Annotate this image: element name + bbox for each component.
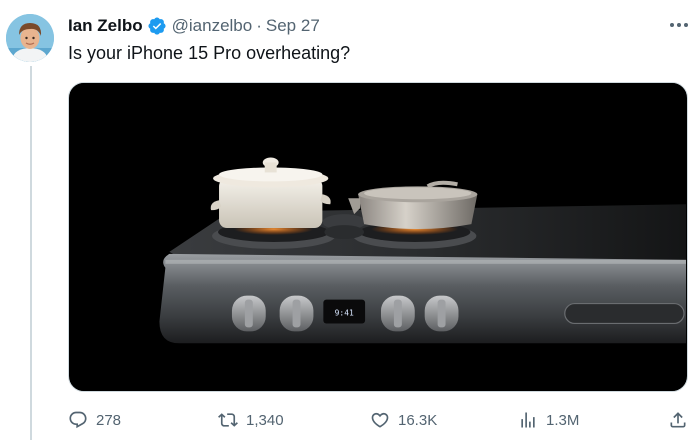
tweet-media[interactable]: 9:41 xyxy=(68,82,688,392)
reply-button[interactable]: 278 xyxy=(68,404,121,436)
views-icon xyxy=(518,410,538,430)
tweet-date[interactable]: Sep 27 xyxy=(266,16,320,36)
views-count: 1.3M xyxy=(546,411,580,429)
thread-line xyxy=(30,66,32,440)
tweet-text: Is your iPhone 15 Pro overheating? xyxy=(68,43,351,63)
more-dot xyxy=(670,23,674,27)
verified-badge-icon[interactable] xyxy=(147,16,167,36)
retweet-count: 1,340 xyxy=(246,411,284,429)
stove-iphone-image: 9:41 xyxy=(70,83,687,391)
separator-dot: · xyxy=(256,16,262,35)
reply-icon xyxy=(68,410,88,430)
tweet-header: Ian Zelbo @ianzelbo · Sep 27 xyxy=(68,14,320,38)
retweet-button[interactable]: 1,340 xyxy=(218,404,284,436)
author-name[interactable]: Ian Zelbo xyxy=(68,16,143,36)
like-button[interactable]: 16.3K xyxy=(370,404,437,436)
more-dot xyxy=(677,23,681,27)
heart-icon xyxy=(370,410,390,430)
author-handle[interactable]: @ianzelbo xyxy=(172,16,253,36)
tweet-actions: 278 1,340 16.3K 1.3M xyxy=(68,404,694,436)
stove-display-time: 9:41 xyxy=(335,308,354,317)
more-dot xyxy=(684,23,688,27)
views-button[interactable]: 1.3M xyxy=(518,404,579,436)
retweet-icon xyxy=(218,410,238,430)
like-count: 16.3K xyxy=(398,411,438,429)
reply-count: 278 xyxy=(96,411,122,429)
more-icon[interactable] xyxy=(664,12,694,38)
avatar[interactable] xyxy=(6,14,54,62)
share-button[interactable] xyxy=(668,404,688,436)
share-icon xyxy=(668,410,688,430)
